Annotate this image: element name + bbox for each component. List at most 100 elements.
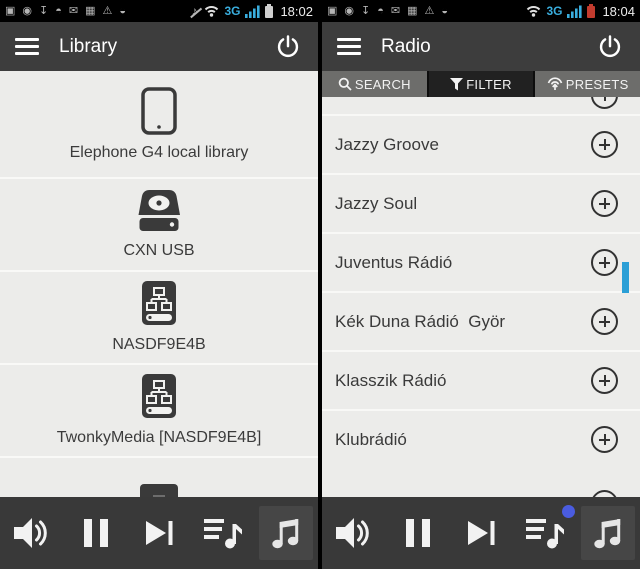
tab-label: FILTER xyxy=(466,76,512,92)
add-preset-button[interactable] xyxy=(591,131,618,158)
signal-bars-icon xyxy=(245,5,261,18)
status-bar: ▣ ◉ ↧ ◓ ✉ ▦ ⚠ ◒ 3G 18:04 xyxy=(322,0,640,22)
station-row[interactable]: Jazzy Groove xyxy=(322,114,640,173)
pause-icon xyxy=(405,519,430,547)
station-name: Juventus Rádió xyxy=(335,252,453,272)
library-item-label: TwonkyMedia [NASDF9E4B] xyxy=(56,429,262,446)
station-name: Jazzy Soul xyxy=(335,193,418,213)
volume-button[interactable] xyxy=(327,506,381,560)
station-row[interactable]: Klubrádió xyxy=(322,409,640,468)
library-item-partial[interactable] xyxy=(0,458,318,497)
tab-presets[interactable]: PRESETS xyxy=(535,71,640,97)
library-item-label: CXN USB xyxy=(123,242,195,259)
wifi-icon xyxy=(527,6,541,17)
library-item-label: NASDF9E4B xyxy=(112,336,206,353)
network-type-label: 3G xyxy=(546,4,563,18)
system-status-icons: ♪ 3G 18:02 xyxy=(191,3,313,19)
menu-button[interactable] xyxy=(337,38,361,55)
chat-icon: ◓ xyxy=(55,5,62,17)
notification-icons: ▣ ◉ ↧ ◓ ✉ ▦ ⚠ ◒ xyxy=(5,0,126,22)
drive-icon-partial xyxy=(140,484,178,497)
pause-icon xyxy=(83,519,108,547)
radio-tab-bar: SEARCH FILTER PRESETS xyxy=(322,71,640,97)
tab-filter[interactable]: FILTER xyxy=(428,71,534,97)
app-circle-icon: ◉ xyxy=(22,5,33,17)
add-preset-button[interactable] xyxy=(591,190,618,217)
clock-time: 18:04 xyxy=(602,3,635,19)
scrollbar-thumb[interactable] xyxy=(622,262,629,293)
skip-next-button[interactable] xyxy=(454,506,508,560)
screenshot-icon: ▣ xyxy=(5,5,16,17)
download-icon: ↧ xyxy=(39,5,49,17)
library-item-twonky[interactable]: TwonkyMedia [NASDF9E4B] xyxy=(0,365,318,458)
station-row[interactable]: Klasszik Rádió xyxy=(322,350,640,409)
phone-icon xyxy=(141,86,177,135)
hard-drive-icon xyxy=(138,190,180,231)
station-row[interactable]: Jazzy Soul xyxy=(322,173,640,232)
clock-time: 18:02 xyxy=(280,3,313,19)
gallery-icon: ▦ xyxy=(85,5,96,17)
tab-search[interactable]: SEARCH xyxy=(322,71,427,97)
menu-button[interactable] xyxy=(15,38,39,55)
library-item-nas[interactable]: NASDF9E4B xyxy=(0,272,318,365)
pause-button[interactable] xyxy=(69,506,123,560)
play-queue-icon xyxy=(203,519,242,549)
notification-icons: ▣ ◉ ↧ ◓ ✉ ▦ ⚠ ◒ xyxy=(327,0,448,22)
tab-label: PRESETS xyxy=(565,76,629,92)
library-item-usb[interactable]: CXN USB xyxy=(0,179,318,272)
music-note-icon xyxy=(272,519,299,549)
station-row[interactable]: Juventus Rádió xyxy=(322,232,640,291)
radio-screen: ▣ ◉ ↧ ◓ ✉ ▦ ⚠ ◒ 3G 18:04 Radio SEARCH FI… xyxy=(322,0,640,569)
app-header: Radio xyxy=(322,22,640,71)
screenshot-icon: ▣ xyxy=(327,5,338,17)
page-title: Radio xyxy=(381,35,431,57)
add-preset-button[interactable] xyxy=(591,308,618,335)
mail-icon: ✉ xyxy=(390,5,401,17)
station-row-partial-bottom xyxy=(322,468,640,497)
wifi-icon xyxy=(205,6,219,17)
data-sync-icon: ◒ xyxy=(119,5,127,17)
gallery-icon: ▦ xyxy=(407,5,418,17)
add-preset-button[interactable] xyxy=(591,367,618,394)
sound-muted-icon: ♪ xyxy=(191,4,198,18)
skip-next-button[interactable] xyxy=(132,506,186,560)
skip-next-icon xyxy=(145,521,172,545)
music-note-icon xyxy=(594,519,621,549)
queue-button[interactable] xyxy=(518,505,575,560)
library-item-local[interactable]: Elephone G4 local library xyxy=(0,71,318,179)
station-row[interactable]: Kék Duna Rádió Györ xyxy=(322,291,640,350)
chat-icon: ◓ xyxy=(377,5,384,17)
station-row-partial-top xyxy=(322,97,640,114)
download-icon: ↧ xyxy=(361,5,371,17)
power-button[interactable] xyxy=(595,32,625,62)
warning-icon: ⚠ xyxy=(102,5,113,17)
add-preset-button[interactable] xyxy=(591,97,618,109)
nas-drive-icon xyxy=(142,374,176,418)
app-circle-icon: ◉ xyxy=(344,5,355,17)
now-playing-tab[interactable] xyxy=(581,506,635,560)
volume-button[interactable] xyxy=(5,506,59,560)
pause-button[interactable] xyxy=(391,506,445,560)
add-preset-button[interactable] xyxy=(591,490,618,497)
station-name: Jazzy Groove xyxy=(335,134,439,154)
nas-drive-icon xyxy=(142,281,176,325)
data-sync-icon: ◒ xyxy=(441,5,449,17)
queue-button[interactable] xyxy=(196,506,250,560)
play-queue-icon xyxy=(525,519,564,549)
battery-icon xyxy=(265,3,274,18)
power-button[interactable] xyxy=(273,32,303,62)
now-playing-tab[interactable] xyxy=(259,506,313,560)
station-list: Jazzy Groove Jazzy Soul Juventus Rádió K… xyxy=(322,97,640,497)
status-bar: ▣ ◉ ↧ ◓ ✉ ▦ ⚠ ◒ ♪ 3G 18:02 xyxy=(0,0,318,22)
add-preset-button[interactable] xyxy=(591,426,618,453)
station-name: Klasszik Rádió xyxy=(335,370,447,390)
power-icon xyxy=(277,34,299,57)
search-icon xyxy=(338,77,352,91)
speaker-icon xyxy=(14,518,47,548)
system-status-icons: 3G 18:04 xyxy=(526,3,635,19)
page-title: Library xyxy=(59,35,118,57)
warning-icon: ⚠ xyxy=(424,5,435,17)
skip-next-icon xyxy=(467,521,494,545)
battery-low-icon xyxy=(587,3,596,18)
add-preset-button[interactable] xyxy=(591,249,618,276)
